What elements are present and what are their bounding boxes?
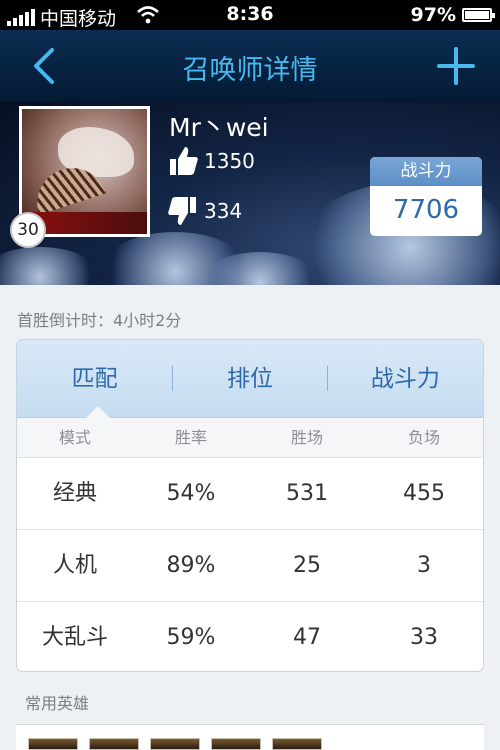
active-tab-pointer xyxy=(86,406,110,418)
tab-divider xyxy=(172,366,173,391)
cell-mode: 大乱斗 xyxy=(41,625,108,650)
table-row: 人机 89% 25 3 xyxy=(17,530,483,602)
profile-banner: 30 Mr丶wei 1350 334 战斗力 7706 xyxy=(0,102,500,285)
header-win-rate: 胜率 xyxy=(174,428,207,447)
cell-win-rate: 89% xyxy=(166,553,216,578)
like-count-row[interactable]: 1350 xyxy=(166,144,255,178)
frequent-heroes-title: 常用英雄 xyxy=(25,694,90,713)
cell-wins: 47 xyxy=(293,625,321,650)
battery-percent: 97% xyxy=(410,4,456,26)
combat-power-box: 战斗力 7706 xyxy=(370,157,482,236)
like-count: 1350 xyxy=(204,149,255,173)
hero-portrait[interactable] xyxy=(272,738,322,750)
cell-losses: 455 xyxy=(403,481,445,506)
cell-wins: 531 xyxy=(286,481,328,506)
combat-power-label: 战斗力 xyxy=(370,157,482,186)
avatar-image xyxy=(22,109,147,234)
dislike-count: 334 xyxy=(204,199,243,223)
cell-win-rate: 59% xyxy=(166,625,216,650)
mode-tabs: 匹配 排位 战斗力 xyxy=(17,340,483,418)
table-row: 大乱斗 59% 47 33 xyxy=(17,602,483,671)
cell-losses: 33 xyxy=(410,625,438,650)
tab-divider xyxy=(327,366,328,391)
dislike-count-row[interactable]: 334 xyxy=(166,194,242,228)
cell-win-rate: 54% xyxy=(166,481,216,506)
hero-portrait[interactable] xyxy=(211,738,261,750)
combat-power-value: 7706 xyxy=(392,195,460,225)
table-header: 模式 胜率 胜场 负场 xyxy=(17,418,483,458)
plus-icon xyxy=(437,47,475,85)
tab-ranked[interactable]: 排位 xyxy=(172,340,327,417)
header-wins: 胜场 xyxy=(290,428,323,447)
hero-portrait[interactable] xyxy=(89,738,139,750)
thumbs-down-icon xyxy=(168,197,196,225)
stats-card: 匹配 排位 战斗力 模式 胜率 胜场 负场 经典 54% 531 455 人机 … xyxy=(16,339,484,672)
cell-mode: 经典 xyxy=(52,481,97,506)
status-bar: 中国移动 8:36 97% xyxy=(0,0,500,30)
table-row: 经典 54% 531 455 xyxy=(17,458,483,530)
hero-portrait[interactable] xyxy=(28,738,78,750)
tab-combat-power[interactable]: 战斗力 xyxy=(328,340,483,417)
cell-mode: 人机 xyxy=(52,553,97,578)
page-title: 召唤师详情 xyxy=(182,55,318,86)
cell-losses: 3 xyxy=(417,553,431,578)
add-button[interactable] xyxy=(436,46,476,86)
player-name: Mr丶wei xyxy=(169,113,269,142)
level-badge: 30 xyxy=(10,212,46,248)
hero-portrait[interactable] xyxy=(150,738,200,750)
battery-icon xyxy=(462,8,495,22)
cell-wins: 25 xyxy=(293,553,321,578)
header-losses: 负场 xyxy=(407,428,440,447)
thumbs-up-icon xyxy=(170,147,198,175)
header-mode: 模式 xyxy=(58,428,91,447)
nav-bar: 召唤师详情 xyxy=(0,30,500,102)
first-win-countdown: 首胜倒计时：4小时2分 xyxy=(17,311,182,330)
